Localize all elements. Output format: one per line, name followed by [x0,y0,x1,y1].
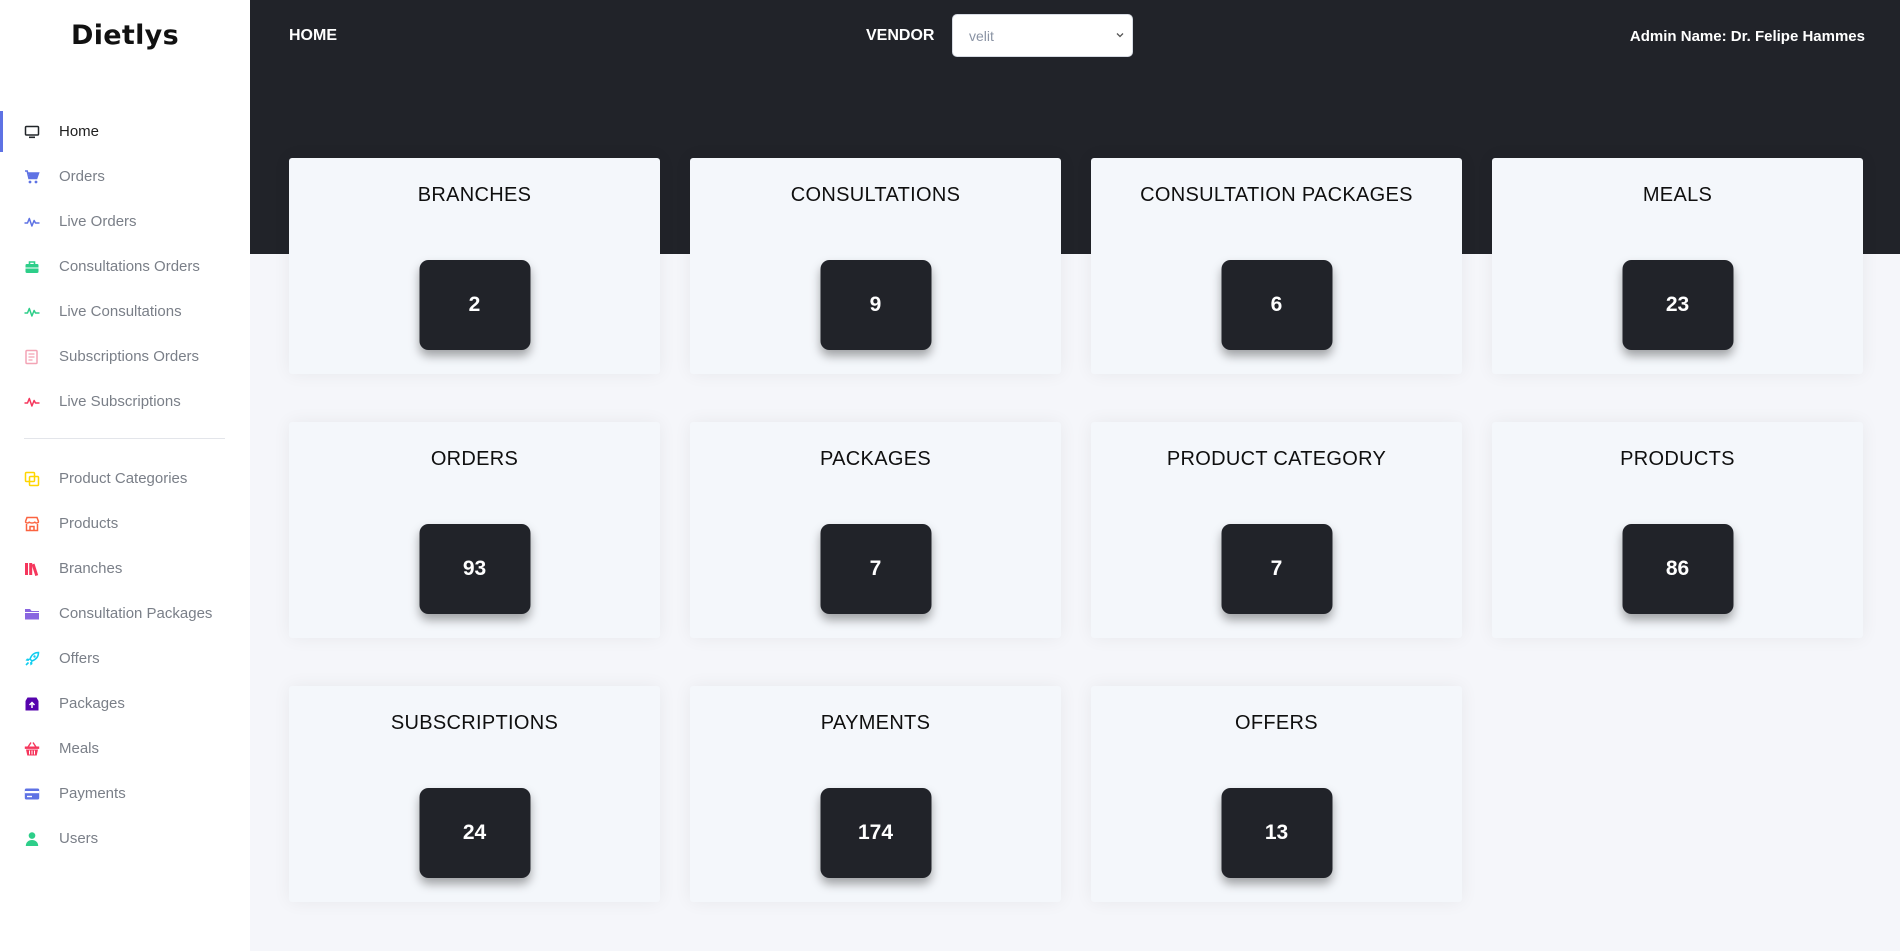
stat-card-title: CONSULTATION PACKAGES [1140,184,1413,206]
vendor-label: VENDOR [866,27,935,44]
sidebar-item-consultations-orders[interactable]: Consultations Orders [0,244,250,289]
sidebar: Dietlys Home Orders Live Orders Consultatio… [0,0,250,951]
cart-icon [24,169,40,185]
sidebar-item-label: Home [59,123,100,140]
stat-card-packages[interactable]: PACKAGES 7 [690,422,1061,638]
sidebar-nav-secondary: Product Categories Products Branches Consul… [0,456,250,861]
sidebar-item-label: Packages [59,695,125,712]
sidebar-item-products[interactable]: Products [0,501,250,546]
sidebar-item-subscriptions-orders[interactable]: Subscriptions Orders [0,334,250,379]
stat-card-title: BRANCHES [417,184,532,206]
briefcase-icon [24,259,40,275]
sidebar-item-label: Meals [59,740,100,757]
stat-card-title: ORDERS [430,448,519,470]
stat-card-meals[interactable]: MEALS 23 [1492,158,1863,374]
sidebar-item-label: Consultations Orders [59,258,200,275]
stat-card-products[interactable]: PRODUCTS 86 [1492,422,1863,638]
sidebar-item-orders[interactable]: Orders [0,154,250,199]
sidebar-nav-primary: Home Orders Live Orders Consultations Order… [0,109,250,424]
sidebar-item-offers[interactable]: Offers [0,636,250,681]
sidebar-item-live-consultations[interactable]: Live Consultations [0,289,250,334]
stat-card-value: 86 [1622,524,1733,614]
stat-card-title: PRODUCT CATEGORY [1166,448,1387,470]
stat-card-subscriptions[interactable]: SUBSCRIPTIONS 24 [289,686,660,902]
sidebar-item-consultation-packages[interactable]: Consultation Packages [0,591,250,636]
stat-card-payments[interactable]: PAYMENTS 174 [690,686,1061,902]
sidebar-item-meals[interactable]: Meals [0,726,250,771]
sidebar-item-label: Live Subscriptions [59,393,181,410]
sidebar-item-label: Product Categories [59,470,188,487]
sidebar-item-label: Payments [59,785,126,802]
sidebar-item-label: Users [59,830,99,847]
pulse-icon [24,304,40,320]
stat-card-consultations[interactable]: CONSULTATIONS 9 [690,158,1061,374]
stat-card-value: 174 [820,788,931,878]
stat-card-title: PACKAGES [820,448,931,470]
layers-icon [24,471,40,487]
stat-card-value: 7 [820,524,931,614]
stat-card-value: 6 [1221,260,1332,350]
stat-card-value: 24 [419,788,530,878]
home-link[interactable]: HOME [289,27,337,45]
user-icon [24,831,40,847]
vendor-select[interactable]: velit [952,14,1133,57]
vendor-select-value: velit [969,27,994,44]
sidebar-item-branches[interactable]: Branches [0,546,250,591]
sidebar-item-label: Live Consultations [59,303,182,320]
stat-card-value: 7 [1221,524,1332,614]
pulse-icon [24,394,40,410]
chevron-down-icon [1116,33,1124,38]
box-icon [24,696,40,712]
stat-card-product-category[interactable]: PRODUCT CATEGORY 7 [1091,422,1462,638]
document-icon [24,349,40,365]
sidebar-divider [24,438,225,439]
stat-card-orders[interactable]: ORDERS 93 [289,422,660,638]
sidebar-item-label: Branches [59,560,123,577]
stat-card-consultation-packages[interactable]: CONSULTATION PACKAGES 6 [1091,158,1462,374]
sidebar-item-label: Offers [59,650,100,667]
stat-card-value: 23 [1622,260,1733,350]
sidebar-item-live-orders[interactable]: Live Orders [0,199,250,244]
books-icon [24,561,40,577]
shop-icon [24,516,40,532]
sidebar-item-label: Products [59,515,119,532]
folder-icon [24,606,40,622]
stat-card-title: MEALS [1642,184,1713,206]
sidebar-item-live-subscriptions[interactable]: Live Subscriptions [0,379,250,424]
sidebar-item-label: Orders [59,168,105,185]
sidebar-item-home[interactable]: Home [0,109,250,154]
sidebar-item-product-categories[interactable]: Product Categories [0,456,250,501]
sidebar-item-packages[interactable]: Packages [0,681,250,726]
credit-card-icon [24,786,40,802]
pulse-icon [24,214,40,230]
stat-card-value: 9 [820,260,931,350]
stat-card-offers[interactable]: OFFERS 13 [1091,686,1462,902]
brand-logo[interactable]: Dietlys [0,20,250,51]
basket-icon [24,741,40,757]
monitor-icon [24,124,40,140]
stat-card-title: CONSULTATIONS [790,184,961,206]
stat-card-value: 93 [419,524,530,614]
stat-card-title: PRODUCTS [1620,448,1735,470]
stat-card-title: OFFERS [1235,712,1318,734]
sidebar-item-payments[interactable]: Payments [0,771,250,816]
sidebar-item-label: Consultation Packages [59,605,213,622]
admin-name: Admin Name: Dr. Felipe Hammes [1629,28,1865,45]
stat-card-branches[interactable]: BRANCHES 2 [289,158,660,374]
stat-card-value: 13 [1221,788,1332,878]
stat-card-title: PAYMENTS [820,712,931,734]
sidebar-item-label: Subscriptions Orders [59,348,200,365]
stat-card-title: SUBSCRIPTIONS [390,712,559,734]
stat-card-value: 2 [419,260,530,350]
sidebar-item-users[interactable]: Users [0,816,250,861]
rocket-icon [24,651,40,667]
sidebar-item-label: Live Orders [59,213,137,230]
